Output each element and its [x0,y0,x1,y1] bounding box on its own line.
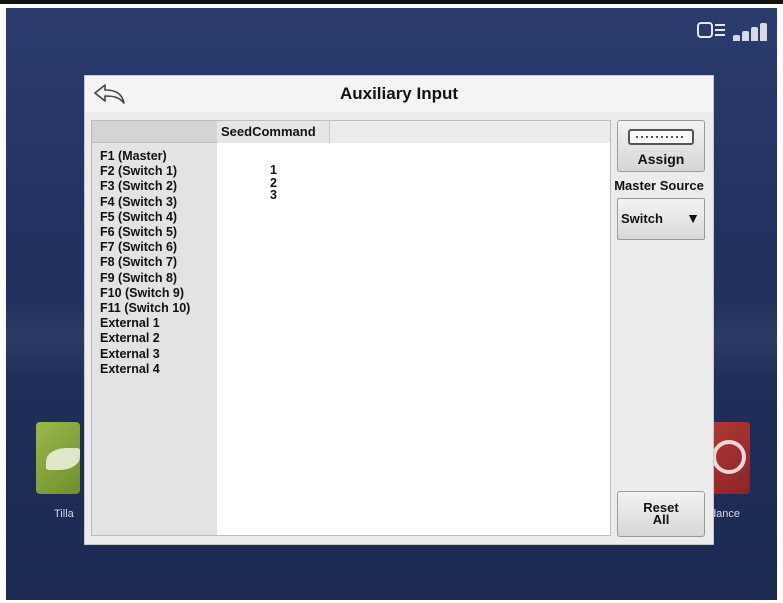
assignment-cell[interactable]: 1 [270,164,277,177]
signal-strength-icon[interactable] [731,19,773,43]
master-source-label: Master Source [614,178,704,193]
assign-button[interactable]: Assign [617,120,705,172]
dropdown-arrow-icon: ▼ [686,210,700,226]
seedcommand-column-header[interactable]: SeedCommand [217,121,330,143]
assign-label: Assign [637,151,685,167]
function-row[interactable]: F5 (Switch 4) [100,210,190,225]
status-bar [697,16,773,46]
master-source-value: Switch [621,211,663,226]
function-row[interactable]: F6 (Switch 5) [100,225,190,240]
header-filler [330,121,610,143]
auxiliary-input-dialog: Auxiliary Input F1 (Master) F2 (Switch 1)… [84,75,714,545]
function-row[interactable]: External 2 [100,331,190,346]
function-row[interactable]: F11 (Switch 10) [100,301,190,316]
function-column-header [92,121,217,143]
function-row[interactable]: F4 (Switch 3) [100,195,190,210]
function-row[interactable]: External 4 [100,362,190,377]
function-row[interactable]: F8 (Switch 7) [100,255,190,270]
side-controls: Assign Master Source Switch ▼ Reset All [614,120,709,540]
function-row[interactable]: F10 (Switch 9) [100,286,190,301]
steering-wheel-icon [712,440,746,474]
function-row[interactable]: External 3 [100,347,190,362]
function-row[interactable]: F3 (Switch 2) [100,179,190,194]
master-source-dropdown[interactable]: Switch ▼ [617,198,705,240]
reset-label-line2: All [652,512,670,527]
display-mode-icon[interactable] [697,20,727,42]
assignment-cell[interactable]: 3 [270,189,277,202]
guidance-app-label: dance [710,508,740,520]
back-button[interactable] [89,79,131,109]
back-arrow-icon [94,84,125,104]
function-row[interactable]: F7 (Switch 6) [100,240,190,255]
function-row[interactable]: F2 (Switch 1) [100,164,190,179]
function-row[interactable]: F9 (Switch 8) [100,271,190,286]
function-list: F1 (Master) F2 (Switch 1) F3 (Switch 2) F4 … [100,149,190,377]
reset-all-button[interactable]: Reset All [617,491,705,537]
assignment-list: 123 [270,164,277,202]
function-row[interactable]: F1 (Master) [100,149,190,164]
dialog-title: Auxiliary Input [339,84,459,103]
function-column: F1 (Master) F2 (Switch 1) F3 (Switch 2) F4 … [92,121,217,535]
top-border [0,0,783,4]
assignment-table: F1 (Master) F2 (Switch 1) F3 (Switch 2) F4 … [91,120,611,536]
connector-icon [628,129,694,145]
function-row[interactable]: External 1 [100,316,190,331]
tillage-app-label: Tilla [54,508,74,520]
